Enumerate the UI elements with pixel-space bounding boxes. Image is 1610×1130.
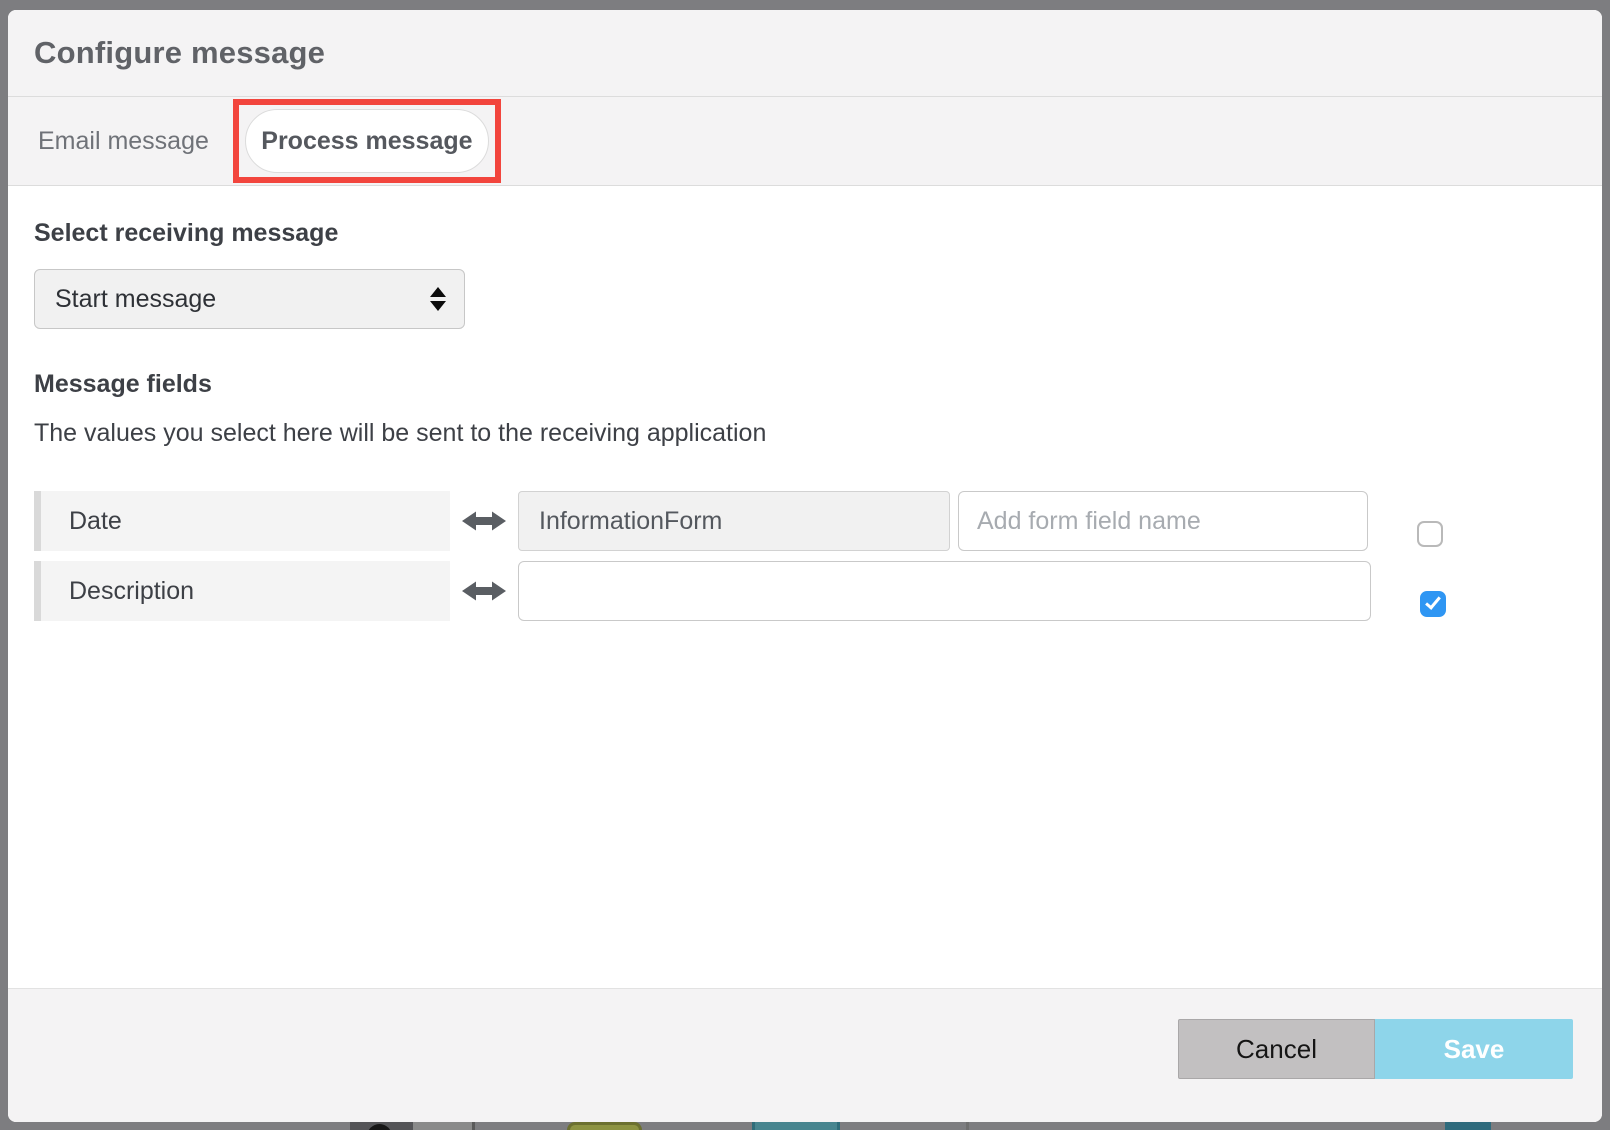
triangle-up-icon — [430, 287, 446, 297]
background-fragment-divider — [966, 1122, 969, 1130]
red-annotation-box: Process message — [233, 99, 501, 183]
tab-email-message[interactable]: Email message — [38, 127, 209, 156]
receiving-message-heading: Select receiving message — [34, 219, 1602, 248]
date-row-checkbox[interactable] — [1417, 521, 1443, 547]
tab-bar: Email message Process message — [8, 97, 1602, 186]
field-label-description: Description — [34, 561, 450, 621]
dialog-header: Configure message — [8, 10, 1602, 97]
map-arrow-icon — [450, 579, 518, 603]
dialog-title: Configure message — [34, 35, 325, 71]
select-value: Start message — [55, 285, 216, 314]
description-value-input[interactable] — [518, 561, 1371, 621]
mapped-form-field[interactable] — [518, 491, 950, 551]
configure-message-dialog: Configure message Email message Process … — [8, 10, 1602, 1122]
background-fragment-olive-shape — [567, 1122, 642, 1130]
field-label-date: Date — [34, 491, 450, 551]
map-arrow-icon — [450, 509, 518, 533]
background-fragment-teal-block — [1445, 1122, 1491, 1130]
select-spinner-icon — [430, 287, 446, 311]
field-row-description: Description — [34, 561, 1602, 621]
background-fragment-teal-block — [752, 1122, 840, 1130]
double-arrow-icon — [461, 579, 507, 603]
double-arrow-icon — [461, 509, 507, 533]
field-mapping-rows: Date Description — [34, 491, 1602, 621]
screen-backdrop: Configure message Email message Process … — [0, 0, 1610, 1130]
background-fragment-circle — [367, 1124, 392, 1130]
cancel-button[interactable]: Cancel — [1178, 1019, 1375, 1079]
save-button[interactable]: Save — [1375, 1019, 1573, 1079]
triangle-down-icon — [430, 301, 446, 311]
description-row-checkbox[interactable] — [1420, 591, 1446, 617]
background-fragment-gray — [413, 1122, 472, 1130]
field-row-date: Date — [34, 491, 1602, 551]
dialog-body: Select receiving message Start message M… — [8, 186, 1602, 988]
form-field-name-input[interactable] — [958, 491, 1368, 551]
dialog-footer: Cancel Save — [8, 988, 1602, 1122]
background-fragment-divider — [472, 1122, 475, 1130]
message-fields-description: The values you select here will be sent … — [34, 419, 1602, 448]
tab-process-message[interactable]: Process message — [245, 109, 489, 173]
background-fragment-toolbar — [350, 1122, 413, 1130]
checkmark-icon — [1425, 593, 1441, 610]
receiving-message-select[interactable]: Start message — [34, 269, 465, 329]
message-fields-heading: Message fields — [34, 370, 1602, 399]
